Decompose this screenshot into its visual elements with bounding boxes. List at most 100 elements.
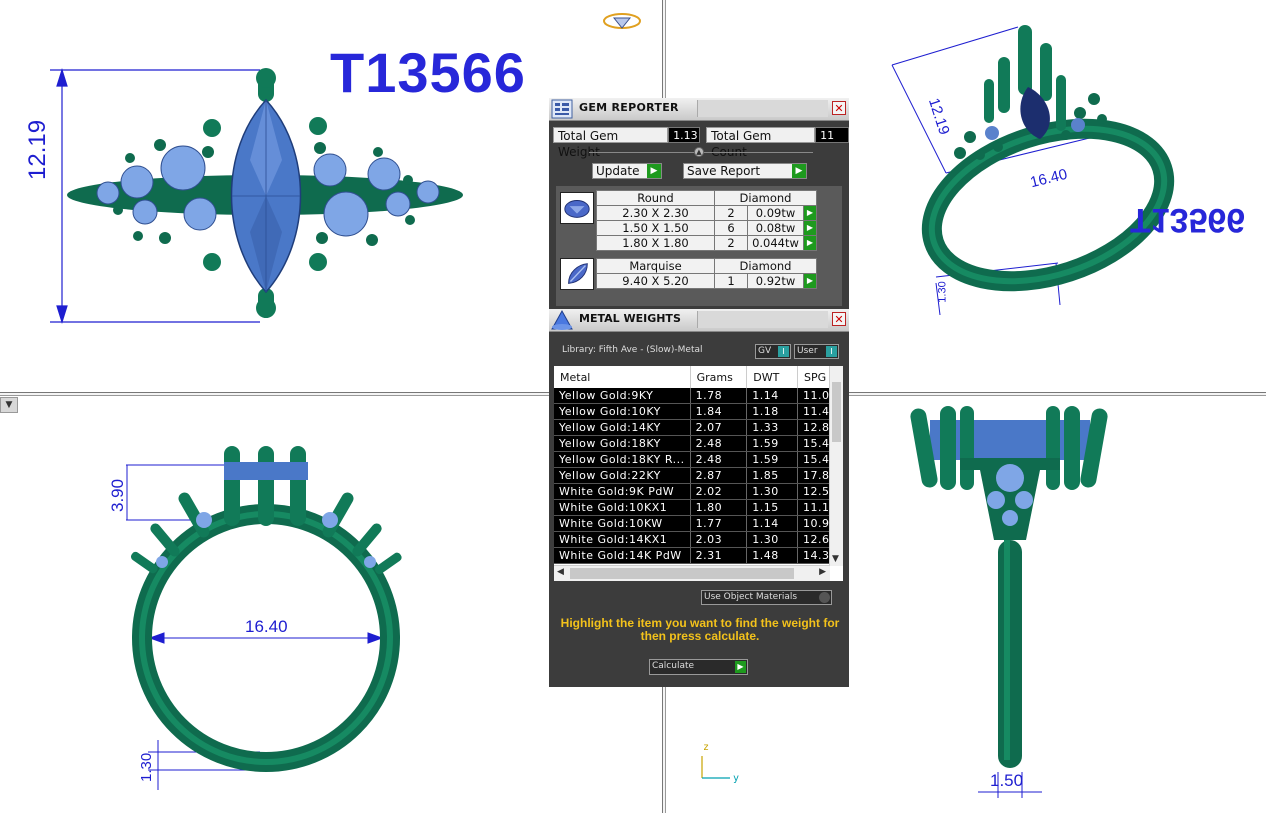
top-view-height-dimension: 12.19 xyxy=(24,119,51,180)
play-icon: ▶ xyxy=(647,164,661,178)
gem-reporter-title: GEM REPORTER xyxy=(579,101,679,114)
front-setting-dimension: 3.90 xyxy=(108,478,127,512)
play-icon: ▶ xyxy=(735,661,746,673)
viewport-menu-arrow[interactable]: ▼ xyxy=(0,397,18,413)
gem-row[interactable]: 1.80 X 1.80 2 0.044tw ▶ xyxy=(596,235,817,251)
gem-row-go-button[interactable]: ▶ xyxy=(803,205,817,221)
marquise-gem-icon[interactable] xyxy=(560,258,594,290)
scroll-down-icon[interactable]: ▼ xyxy=(832,554,839,564)
metal-dwt: 1.14 xyxy=(746,515,798,532)
gem-reporter-icon xyxy=(551,99,573,119)
axis-z-label: z xyxy=(703,742,710,753)
close-icon[interactable]: ✕ xyxy=(832,312,846,326)
gem-weight: 0.044tw xyxy=(747,235,804,251)
perspective-mirrored-label: T13566 xyxy=(1130,201,1245,239)
use-object-materials-toggle[interactable]: Use Object Materials xyxy=(701,590,832,605)
metal-weights-table[interactable]: Metal Grams DWT SPG Yellow Gold:9KY 1.78 1… xyxy=(554,366,843,581)
side-view-render xyxy=(910,406,1108,798)
col-metal[interactable]: Metal xyxy=(554,366,691,388)
play-icon: ▶ xyxy=(792,164,806,178)
update-button[interactable]: Update ▶ xyxy=(592,163,662,179)
gem-count: 6 xyxy=(714,220,748,236)
axis-y-label: y xyxy=(733,773,740,784)
metal-dwt: 1.48 xyxy=(746,547,798,564)
totals-row: Total Gem Weight 1.13 Total Gem Count 11 xyxy=(553,127,849,159)
round-gem-icon[interactable] xyxy=(560,192,594,224)
metal-name: White Gold:10KX1 xyxy=(554,499,691,516)
metal-row[interactable]: Yellow Gold:18KY 2.48 1.59 15.43 xyxy=(554,435,843,452)
calculate-label: Calculate xyxy=(652,661,695,671)
metal-name: White Gold:10KW xyxy=(554,515,691,532)
gem-list: Round Diamond 2.30 X 2.30 2 0.09tw ▶ 1.5… xyxy=(556,186,842,306)
gv-label: GV xyxy=(758,346,772,356)
perspective-view-render: T13566 xyxy=(891,25,1245,315)
total-gem-weight-label: Total Gem Weight xyxy=(553,127,669,159)
metal-row[interactable]: White Gold:14KX1 2.03 1.30 12.63 xyxy=(554,531,843,548)
gem-material-header: Diamond xyxy=(714,190,817,206)
col-dwt[interactable]: DWT xyxy=(746,366,798,388)
metal-row[interactable]: White Gold:10KW 1.77 1.14 10.99 xyxy=(554,515,843,532)
metal-row[interactable]: Yellow Gold:14KY 2.07 1.33 12.88 xyxy=(554,419,843,436)
gem-size: 1.50 X 1.50 xyxy=(596,220,715,236)
metal-weights-icon xyxy=(551,309,573,330)
metal-dwt: 1.85 xyxy=(746,467,798,484)
metal-name: Yellow Gold:22KY xyxy=(554,467,691,484)
gem-reporter-titlebar[interactable]: GEM REPORTER ✕ xyxy=(549,98,849,121)
metal-row[interactable]: Yellow Gold:10KY 1.84 1.18 11.45 xyxy=(554,403,843,420)
calculate-button[interactable]: Calculate ▶ xyxy=(649,659,748,675)
gem-row-go-button[interactable]: ▶ xyxy=(803,273,817,289)
scroll-thumb[interactable] xyxy=(832,382,841,442)
gem-size: 2.30 X 2.30 xyxy=(596,205,715,221)
gem-row-go-button[interactable]: ▶ xyxy=(803,220,817,236)
metal-grams: 2.07 xyxy=(690,419,748,436)
metal-dwt: 1.33 xyxy=(746,419,798,436)
metal-dwt: 1.30 xyxy=(746,483,798,500)
metal-row[interactable]: White Gold:10KX1 1.80 1.15 11.18 xyxy=(554,499,843,516)
metal-name: Yellow Gold:10KY xyxy=(554,403,691,420)
save-report-button[interactable]: Save Report ▶ xyxy=(683,163,807,179)
user-toggle[interactable]: User I xyxy=(794,344,839,359)
toggle-indicator-icon: I xyxy=(826,346,837,357)
metal-grams: 2.87 xyxy=(690,467,748,484)
collapse-grip-icon[interactable]: ▲ xyxy=(694,147,704,157)
gem-row[interactable]: 9.40 X 5.20 1 0.92tw ▶ xyxy=(596,273,817,289)
col-grams[interactable]: Grams xyxy=(690,366,748,388)
gem-row-go-button[interactable]: ▶ xyxy=(803,235,817,251)
gem-size: 1.80 X 1.80 xyxy=(596,235,715,251)
metal-grams: 1.77 xyxy=(690,515,748,532)
perspective-band-dimension: 1.30 xyxy=(936,281,949,303)
metal-row[interactable]: White Gold:14K PdW 2.31 1.48 14.37 xyxy=(554,547,843,564)
vertical-scrollbar[interactable]: ▼ xyxy=(829,366,843,566)
gv-toggle[interactable]: GV I xyxy=(755,344,791,359)
metal-row[interactable]: Yellow Gold:22KY 2.87 1.85 17.89 xyxy=(554,467,843,484)
total-gem-weight-value: 1.13 xyxy=(668,127,701,143)
scroll-left-icon[interactable]: ◀ xyxy=(557,567,564,577)
metal-row[interactable]: Yellow Gold:18KY R... 2.48 1.59 15.43 xyxy=(554,451,843,468)
metal-name: White Gold:9K PdW xyxy=(554,483,691,500)
metal-grams: 2.48 xyxy=(690,435,748,452)
gem-count: 2 xyxy=(714,205,748,221)
gem-count: 1 xyxy=(714,273,748,289)
gem-row[interactable]: 2.30 X 2.30 2 0.09tw ▶ xyxy=(596,205,817,221)
update-label: Update xyxy=(596,164,640,178)
metal-row[interactable]: Yellow Gold:9KY 1.78 1.14 11.08 xyxy=(554,388,843,404)
scroll-thumb[interactable] xyxy=(570,568,794,579)
metal-weights-titlebar[interactable]: METAL WEIGHTS ✕ xyxy=(549,309,849,332)
metal-grams: 2.48 xyxy=(690,451,748,468)
titlebar-stripe xyxy=(697,311,828,328)
gem-row[interactable]: 1.50 X 1.50 6 0.08tw ▶ xyxy=(596,220,817,236)
horizontal-scrollbar[interactable]: ◀ ▶ xyxy=(554,565,830,581)
metal-dwt: 1.59 xyxy=(746,435,798,452)
metal-name: Yellow Gold:14KY xyxy=(554,419,691,436)
metal-weights-title: METAL WEIGHTS xyxy=(579,312,681,325)
radio-icon xyxy=(819,592,830,603)
gem-weight: 0.92tw xyxy=(747,273,804,289)
close-icon[interactable]: ✕ xyxy=(832,101,846,115)
gem-material-header: Diamond xyxy=(714,258,817,274)
scroll-right-icon[interactable]: ▶ xyxy=(819,567,826,577)
metal-dwt: 1.15 xyxy=(746,499,798,516)
front-inner-dimension: 16.40 xyxy=(245,617,288,636)
library-label: Library: Fifth Ave - (Slow)-Metal xyxy=(562,345,703,355)
metal-row[interactable]: White Gold:9K PdW 2.02 1.30 12.59 xyxy=(554,483,843,500)
gem-weight: 0.09tw xyxy=(747,205,804,221)
